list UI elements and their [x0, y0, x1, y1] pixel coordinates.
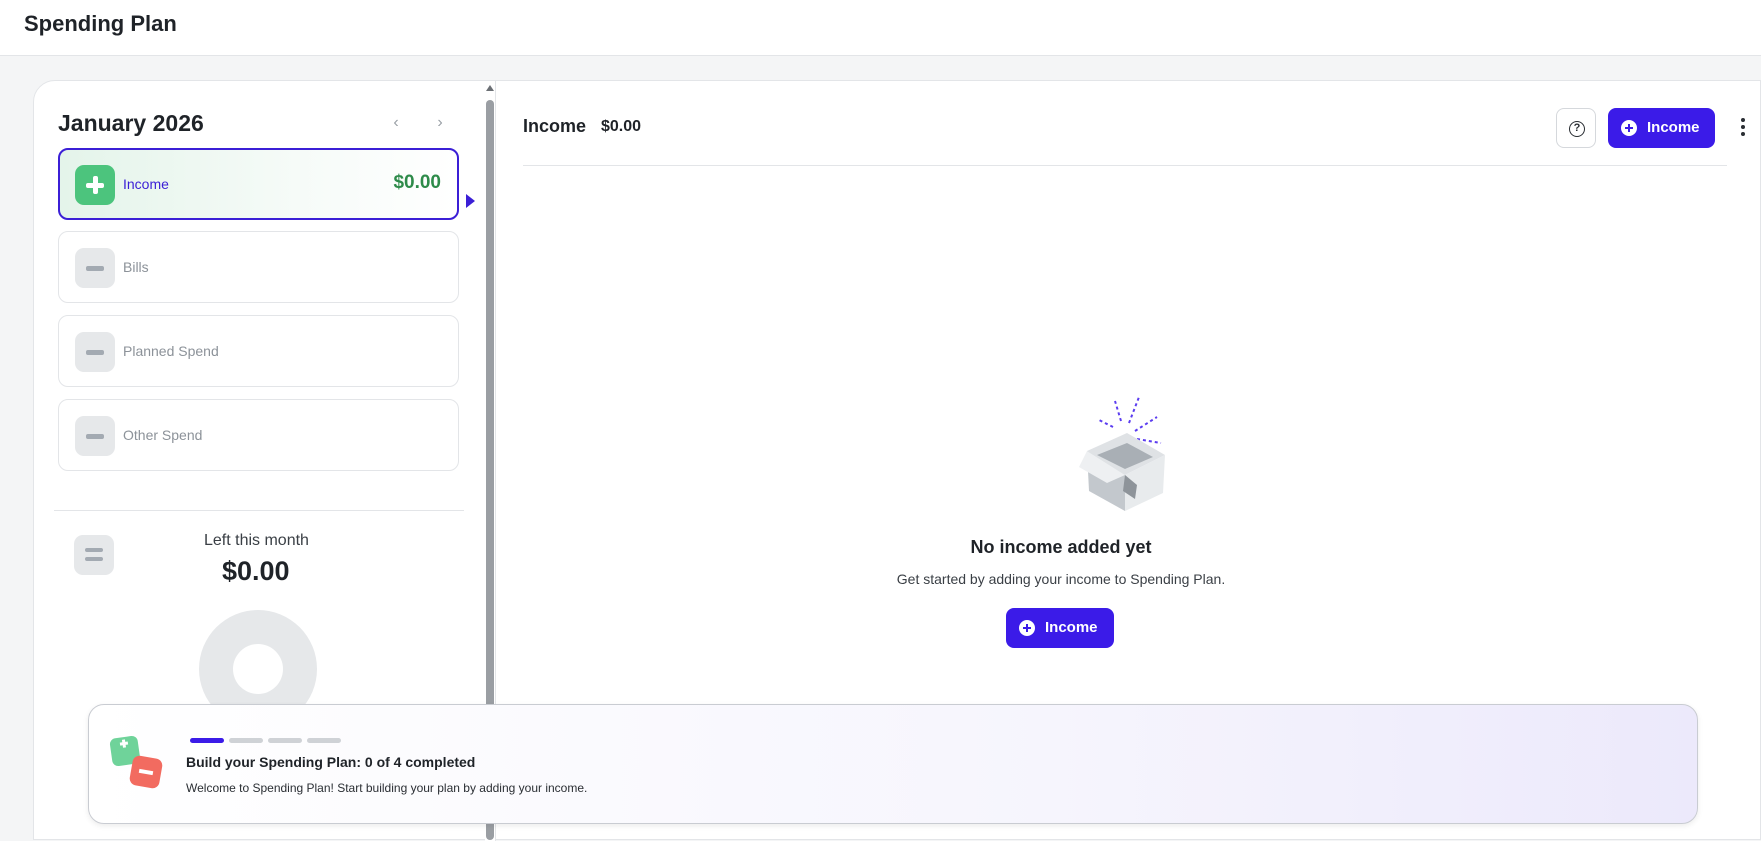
chevron-right-icon[interactable]: › [428, 111, 452, 135]
category-label: Income [123, 176, 169, 192]
progress-step-4 [307, 738, 341, 743]
add-income-button[interactable]: Income [1608, 108, 1715, 148]
category-other-spend[interactable]: Other Spend [58, 399, 459, 471]
progress-step-1 [190, 738, 224, 743]
category-planned-spend[interactable]: Planned Spend [58, 315, 459, 387]
minus-icon [75, 416, 115, 456]
category-bills[interactable]: Bills [58, 231, 459, 303]
left-this-month-label: Left this month [204, 532, 309, 549]
chevron-left-icon[interactable]: ‹ [384, 111, 408, 135]
income-panel-total: $0.00 [601, 118, 642, 135]
plus-circle-icon [1019, 620, 1035, 636]
empty-state-title: No income added yet [970, 537, 1152, 557]
onboarding-subtitle: Welcome to Spending Plan! Start building… [186, 781, 588, 795]
empty-state-subtitle: Get started by adding your income to Spe… [896, 571, 1226, 587]
add-income-button-label: Income [1647, 119, 1700, 136]
active-indicator-icon [466, 194, 475, 208]
month-title: January 2026 [58, 110, 204, 136]
minus-icon [75, 248, 115, 288]
help-button[interactable]: ? [1556, 108, 1596, 148]
progress-step-2 [229, 738, 263, 743]
kebab-menu-icon[interactable] [1740, 118, 1746, 138]
onboarding-title: Build your Spending Plan: 0 of 4 complet… [186, 754, 476, 770]
divider [523, 165, 1727, 166]
onboarding-banner: Build your Spending Plan: 0 of 4 complet… [88, 704, 1698, 824]
category-income[interactable]: Income $0.00 [58, 148, 459, 220]
empty-state-button-label: Income [1045, 619, 1098, 636]
equals-icon [74, 535, 114, 575]
category-label: Planned Spend [123, 343, 219, 359]
scroll-up-icon[interactable] [486, 85, 494, 91]
category-label: Other Spend [123, 427, 203, 443]
empty-box-icon [1079, 396, 1165, 511]
empty-state-add-income-button[interactable]: Income [1006, 608, 1114, 648]
income-panel-title: Income [523, 116, 587, 136]
minus-icon [75, 332, 115, 372]
plus-minus-icon [109, 735, 163, 789]
top-bar: Spending Plan [0, 0, 1761, 56]
plus-circle-icon [1621, 120, 1637, 136]
category-label: Bills [123, 259, 149, 275]
plus-icon [75, 165, 115, 205]
category-amount: $0.00 [393, 172, 441, 193]
help-circle-icon: ? [1569, 121, 1585, 137]
divider [54, 510, 464, 511]
left-this-month-amount: $0.00 [222, 556, 290, 586]
page-title: Spending Plan [24, 11, 177, 36]
progress-step-3 [268, 738, 302, 743]
